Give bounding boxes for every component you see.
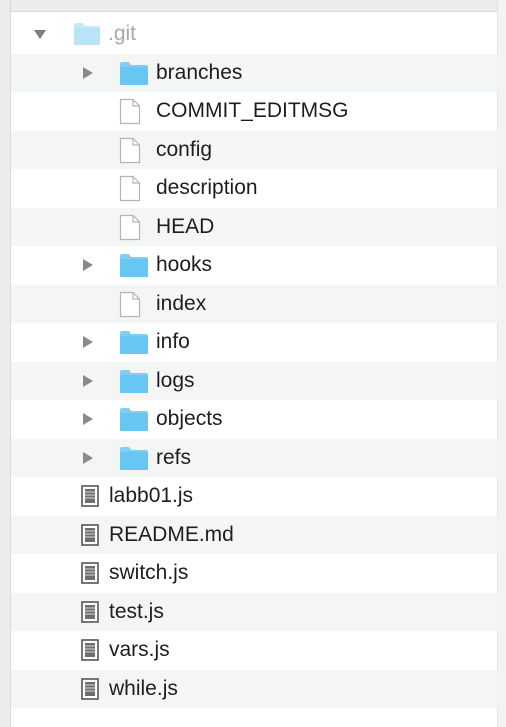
tree-item-switch-js[interactable]: switch.js bbox=[11, 554, 498, 593]
disclosure-right-icon[interactable] bbox=[81, 323, 95, 362]
window-left-edge bbox=[0, 0, 11, 727]
window-right-edge bbox=[497, 0, 506, 727]
sidebar-window: .git branches COMMIT_EDITMSG config desc… bbox=[0, 0, 506, 727]
file-tree: .git branches COMMIT_EDITMSG config desc… bbox=[11, 15, 498, 708]
tree-item-config[interactable]: config bbox=[11, 130, 498, 169]
tree-item-label: branches bbox=[156, 60, 243, 84]
tree-item-label: index bbox=[156, 291, 207, 315]
tree-item-objects[interactable]: objects bbox=[11, 400, 498, 439]
tree-item-label: labb01.js bbox=[109, 484, 194, 507]
tree-item-info[interactable]: info bbox=[11, 323, 498, 362]
tree-item-label: switch.js bbox=[109, 561, 189, 584]
tree-item-branches[interactable]: branches bbox=[11, 53, 498, 93]
tree-item-logs[interactable]: logs bbox=[11, 361, 498, 401]
tree-item-label: description bbox=[156, 176, 258, 199]
tree-item-label: vars.js bbox=[109, 638, 170, 661]
disclosure-down-icon[interactable] bbox=[33, 15, 47, 54]
tree-item-label: test.js bbox=[109, 599, 164, 623]
tree-item-test-js[interactable]: test.js bbox=[11, 592, 498, 631]
tree-item-while-js[interactable]: while.js bbox=[11, 669, 498, 708]
disclosure-right-icon[interactable] bbox=[81, 54, 95, 93]
tree-item-index[interactable]: index bbox=[11, 284, 498, 323]
tree-item-description[interactable]: description bbox=[11, 169, 498, 208]
tree-item-label: hooks bbox=[156, 253, 213, 276]
tree-item-label: README.md bbox=[109, 522, 234, 546]
tree-item-refs[interactable]: refs bbox=[11, 438, 498, 478]
disclosure-right-icon[interactable] bbox=[81, 400, 95, 439]
tree-item-git[interactable]: .git bbox=[11, 15, 498, 54]
disclosure-right-icon[interactable] bbox=[81, 439, 95, 478]
tree-item-label: logs bbox=[156, 368, 195, 392]
window-top-edge bbox=[0, 0, 506, 12]
tree-item-label: refs bbox=[156, 445, 192, 469]
tree-item-readme-md[interactable]: README.md bbox=[11, 515, 498, 554]
tree-item-head[interactable]: HEAD bbox=[11, 207, 498, 246]
tree-item-label: while.js bbox=[109, 676, 178, 700]
tree-item-label: .git bbox=[108, 22, 137, 45]
tree-item-vars-js[interactable]: vars.js bbox=[11, 631, 498, 670]
tree-item-hooks[interactable]: hooks bbox=[11, 246, 498, 285]
tree-item-label: COMMIT_EDITMSG bbox=[156, 99, 349, 122]
disclosure-right-icon[interactable] bbox=[81, 246, 95, 285]
tree-item-label: objects bbox=[156, 407, 223, 430]
tree-item-label: config bbox=[156, 137, 213, 161]
disclosure-right-icon[interactable] bbox=[81, 362, 95, 401]
tree-item-label: HEAD bbox=[156, 214, 215, 238]
tree-item-commit-editmsg[interactable]: COMMIT_EDITMSG bbox=[11, 92, 498, 131]
tree-item-labb01-js[interactable]: labb01.js bbox=[11, 477, 498, 516]
tree-item-label: info bbox=[156, 330, 190, 353]
